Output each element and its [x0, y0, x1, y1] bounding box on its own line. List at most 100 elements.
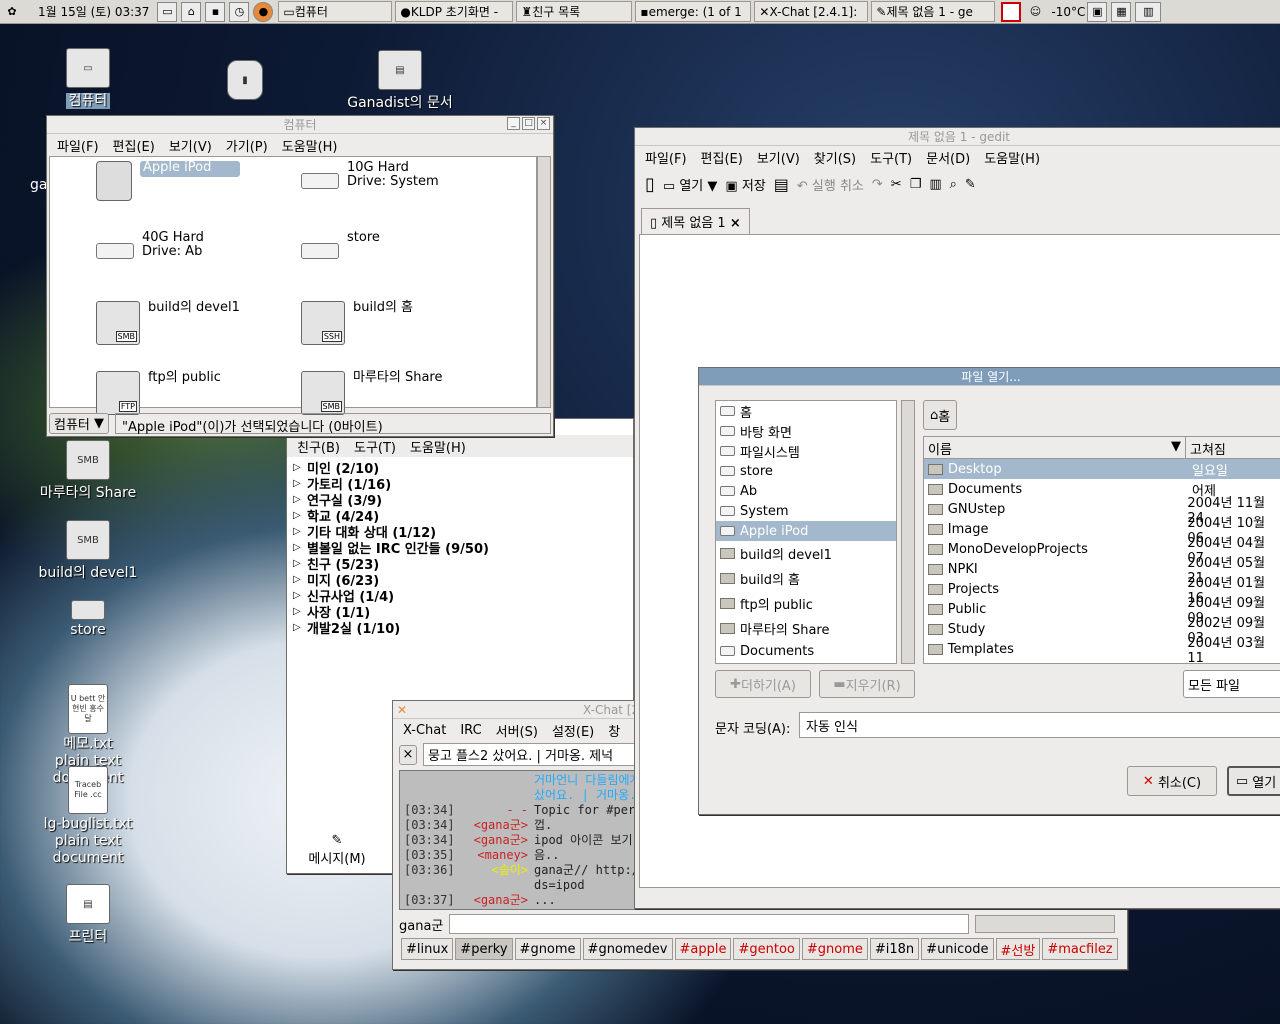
place-item[interactable]: 바탕 화면 [716, 421, 896, 441]
save-button[interactable]: ▣ 저장 [725, 175, 765, 194]
task-xchat[interactable]: ✕ X-Chat [2.4.1]: [754, 1, 869, 22]
notification-icon[interactable] [1001, 1, 1022, 22]
place-item[interactable]: System [716, 501, 896, 521]
menu-tools[interactable]: 도구(T) [354, 437, 396, 456]
clock[interactable]: 1월 15일 (토) 03:37 [38, 3, 149, 20]
home-path-button[interactable]: ⌂ 홈 [923, 400, 958, 430]
show-desktop-icon[interactable]: ▭ [157, 1, 178, 22]
expander-arrow-icon[interactable]: ▷ [293, 574, 307, 585]
desktop-icon-buglist[interactable]: Traceb File .cc lg-buglist.txt plain tex… [28, 766, 148, 867]
chat-nick[interactable]: <maney> [466, 848, 528, 863]
computer-titlebar[interactable]: 컴퓨터 _ □ × [47, 116, 553, 134]
computer-item[interactable]: SMB build의 devel1 [96, 301, 301, 357]
gnome-foot-icon[interactable]: ✿ [2, 2, 22, 22]
menu-view[interactable]: 보기(V) [169, 136, 212, 155]
desktop-icon-trash[interactable]: ▮ [185, 60, 305, 102]
channel-tab[interactable]: #i18n [869, 938, 920, 960]
undo-button[interactable]: ↶ 실행 취소 [797, 175, 864, 194]
dialog-titlebar[interactable]: 파일 열기... [699, 368, 1280, 386]
channel-tab[interactable]: #gnome [801, 938, 868, 960]
print-icon[interactable]: ▤ [774, 175, 789, 194]
open-button[interactable]: ▭ 열기 [1227, 766, 1280, 796]
monitor-icon[interactable]: ▣ [1087, 1, 1108, 22]
computer-item[interactable]: 40G Hard Drive: Ab [96, 231, 301, 287]
channel-tab[interactable]: #gnomedev [582, 938, 673, 960]
computer-item[interactable]: store [301, 231, 506, 287]
document-tab[interactable]: ▯ 제목 없음 1 × [641, 208, 750, 234]
file-row[interactable]: Desktop 일요일 [924, 459, 1280, 479]
menu-irc[interactable]: IRC [460, 723, 481, 738]
chat-nick[interactable]: <솔이> [466, 863, 528, 878]
expander-arrow-icon[interactable]: ▷ [293, 526, 307, 537]
message-button[interactable]: ✎ 메시지(M) [297, 833, 377, 867]
close-tab-button[interactable]: × [399, 744, 417, 765]
expander-arrow-icon[interactable]: ▷ [293, 494, 307, 505]
task-emerge[interactable]: ▪ emerge: (1 of 1 [635, 1, 752, 22]
place-item[interactable]: 마루타의 Share [716, 616, 896, 641]
menu-tools[interactable]: 도구(T) [870, 148, 912, 167]
column-name[interactable]: 이름 ▼ [924, 437, 1186, 458]
nick-label[interactable]: gana군 [399, 915, 443, 934]
place-item[interactable]: store [716, 461, 896, 481]
redo-icon[interactable]: ↷ [872, 177, 883, 192]
menu-help[interactable]: 도움말(H) [984, 148, 1040, 167]
desktop-icon-share[interactable]: SMB 마루타의 Share [28, 440, 148, 502]
desktop-icon-documents[interactable]: ▤ Ganadist의 문서 [340, 50, 460, 112]
expander-arrow-icon[interactable]: ▷ [293, 606, 307, 617]
desktop-icon-devel1[interactable]: SMB build의 devel1 [28, 520, 148, 582]
weather-temp[interactable]: -10°C [1051, 5, 1085, 19]
place-item[interactable]: ftp의 public [716, 591, 896, 616]
location-dropdown[interactable]: 컴퓨터 ▼ [49, 412, 110, 434]
expander-arrow-icon[interactable]: ▷ [293, 478, 307, 489]
chat-nick[interactable]: <gana군> [466, 818, 528, 833]
buddy-group[interactable]: ▷ 개발2실 (1/10) [293, 619, 627, 637]
desktop-icon-printer[interactable]: ▤ 프린터 [28, 884, 148, 946]
channel-tab[interactable]: #gnome [514, 938, 581, 960]
filter-dropdown[interactable]: 모든 파일 [1183, 670, 1280, 698]
network-icon[interactable]: ▦ [1111, 1, 1132, 22]
expander-arrow-icon[interactable]: ▷ [293, 510, 307, 521]
menu-edit[interactable]: 편집(E) [113, 136, 155, 155]
menu-server[interactable]: 서버(S) [496, 721, 538, 740]
menu-help[interactable]: 도움말(H) [282, 136, 338, 155]
column-modified[interactable]: 고쳐짐 [1186, 437, 1230, 458]
computer-scrollbar[interactable] [537, 156, 551, 408]
channel-tab[interactable]: #macfilez [1042, 938, 1118, 960]
menu-file[interactable]: 파일(F) [645, 148, 687, 167]
place-item[interactable]: build의 홈 [716, 566, 896, 591]
task-gedit[interactable]: ✎ 제목 없음 1 - ge [871, 1, 996, 22]
menu-documents[interactable]: 문서(D) [926, 148, 970, 167]
channel-tab[interactable]: #apple [674, 938, 732, 960]
channel-tab[interactable]: #선방 [995, 938, 1041, 960]
minimize-button[interactable]: _ [507, 117, 520, 130]
menu-view[interactable]: 보기(V) [757, 148, 800, 167]
channel-tab[interactable]: #linux [401, 938, 454, 960]
find-icon[interactable]: ⌕ [950, 177, 957, 192]
computer-item[interactable]: Apple iPod [96, 161, 301, 217]
menu-window[interactable]: 창 [608, 721, 620, 740]
clock-app-icon[interactable]: ◷ [229, 1, 250, 22]
place-item[interactable]: Ab [716, 481, 896, 501]
close-tab-icon[interactable]: × [730, 216, 741, 231]
place-item[interactable]: Apple iPod [716, 521, 896, 541]
expander-arrow-icon[interactable]: ▷ [293, 622, 307, 633]
task-buddy[interactable]: ♜ 친구 목록 [516, 1, 633, 22]
close-button[interactable]: × [537, 117, 550, 130]
paste-icon[interactable]: ▥ [929, 177, 941, 192]
expander-arrow-icon[interactable]: ▷ [293, 558, 307, 569]
firefox-icon[interactable]: ● [253, 1, 274, 22]
workspace-switcher-icon[interactable]: ▥ [1135, 1, 1162, 22]
computer-item[interactable]: SSH build의 홈 [301, 301, 506, 357]
open-button[interactable]: ▭ 열기 ▼ [663, 175, 717, 194]
file-row[interactable]: Templates 2004년 03월 11 [924, 636, 1280, 663]
chat-nick[interactable]: <gana군> [466, 833, 528, 848]
desktop-icon-computer[interactable]: ▭ 컴퓨터 [28, 48, 148, 110]
expander-arrow-icon[interactable]: ▷ [293, 590, 307, 601]
chat-nick[interactable]: <gana군> [466, 893, 528, 908]
chat-nick[interactable]: - - [466, 803, 528, 818]
menu-settings[interactable]: 설정(E) [552, 721, 594, 740]
channel-tab[interactable]: #unicode [921, 938, 994, 960]
menu-go[interactable]: 가기(P) [226, 136, 268, 155]
expander-arrow-icon[interactable]: ▷ [293, 462, 307, 473]
expander-arrow-icon[interactable]: ▷ [293, 542, 307, 553]
